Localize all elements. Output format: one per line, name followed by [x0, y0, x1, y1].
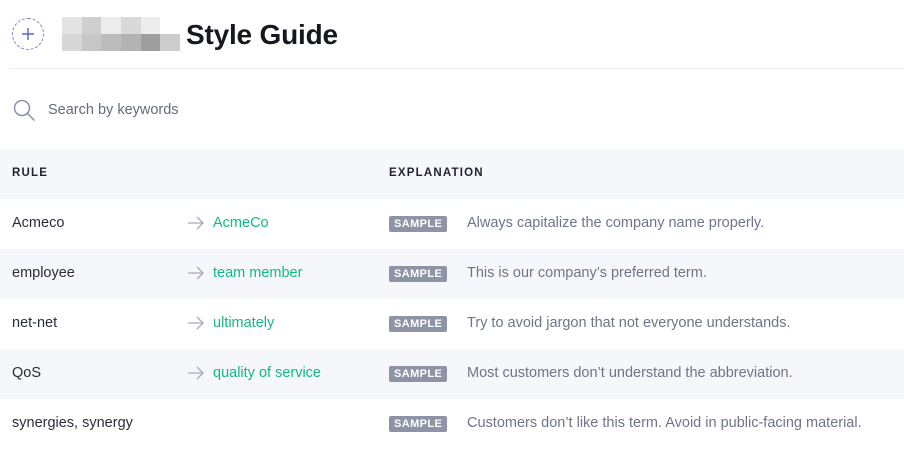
header-divider — [10, 68, 904, 69]
rule-explanation: This is our company’s preferred term. — [467, 265, 707, 281]
rule-term: synergies, synergy — [12, 415, 133, 431]
search-icon — [13, 99, 35, 121]
arrow-right-icon — [188, 216, 204, 230]
table-row[interactable]: employee team member SAMPLE This is our … — [0, 249, 904, 299]
replacement-term: ultimately — [213, 315, 275, 331]
column-header-rule: RULE — [12, 167, 49, 179]
add-button[interactable] — [12, 18, 44, 50]
page-header: Style Guide — [0, 0, 904, 69]
sample-badge: SAMPLE — [389, 366, 448, 382]
replacement-term: AcmeCo — [213, 215, 269, 231]
rule-term: QoS — [12, 365, 42, 381]
logo-pixel — [160, 17, 180, 34]
logo-pixel — [120, 34, 141, 51]
logo-pixel — [140, 34, 161, 51]
rule-explanation: Try to avoid jargon that not everyone un… — [467, 315, 791, 331]
rule-explanation: Most customers don’t understand the abbr… — [467, 365, 793, 381]
logo-pixel — [62, 17, 82, 34]
rule-explanation: Always capitalize the company name prope… — [467, 215, 765, 231]
sample-badge: SAMPLE — [389, 316, 448, 332]
search-bar — [0, 86, 904, 134]
logo-pixel — [81, 17, 102, 34]
arrow-right-icon — [188, 316, 204, 330]
logo-pixel — [120, 17, 141, 34]
arrow-right-icon — [188, 366, 204, 380]
logo-pixel — [160, 34, 180, 51]
replacement-term: team member — [213, 265, 303, 281]
table-header: RULE EXPLANATION — [0, 149, 904, 199]
table-row[interactable]: Acmeco AcmeCo SAMPLE Always capitalize t… — [0, 199, 904, 249]
style-rules-table: RULE EXPLANATION Acmeco AcmeCo SAMPLE Al… — [0, 149, 904, 449]
logo-pixel — [140, 17, 161, 34]
logo-pixel — [101, 34, 121, 51]
page-title: Style Guide — [186, 19, 338, 50]
company-logo — [62, 17, 180, 51]
logo-pixel — [81, 34, 102, 51]
rule-term: employee — [12, 265, 75, 281]
rule-term: net-net — [12, 315, 58, 331]
table-row[interactable]: net-net ultimately SAMPLE Try to avoid j… — [0, 299, 904, 349]
logo-pixel — [62, 34, 82, 51]
rule-explanation: Customers don’t like this term. Avoid in… — [467, 415, 862, 431]
arrow-right-icon — [188, 266, 204, 280]
sample-badge: SAMPLE — [389, 416, 448, 432]
column-header-explanation: EXPLANATION — [389, 167, 484, 179]
table-row[interactable]: QoS quality of service SAMPLE Most custo… — [0, 349, 904, 399]
sample-badge: SAMPLE — [389, 216, 448, 232]
search-input[interactable] — [48, 98, 868, 122]
replacement-term: quality of service — [213, 365, 321, 381]
sample-badge: SAMPLE — [389, 266, 448, 282]
logo-pixel — [101, 17, 121, 34]
rule-term: Acmeco — [12, 215, 65, 231]
plus-icon — [22, 28, 34, 40]
table-row[interactable]: synergies, synergy SAMPLE Customers don’… — [0, 399, 904, 449]
